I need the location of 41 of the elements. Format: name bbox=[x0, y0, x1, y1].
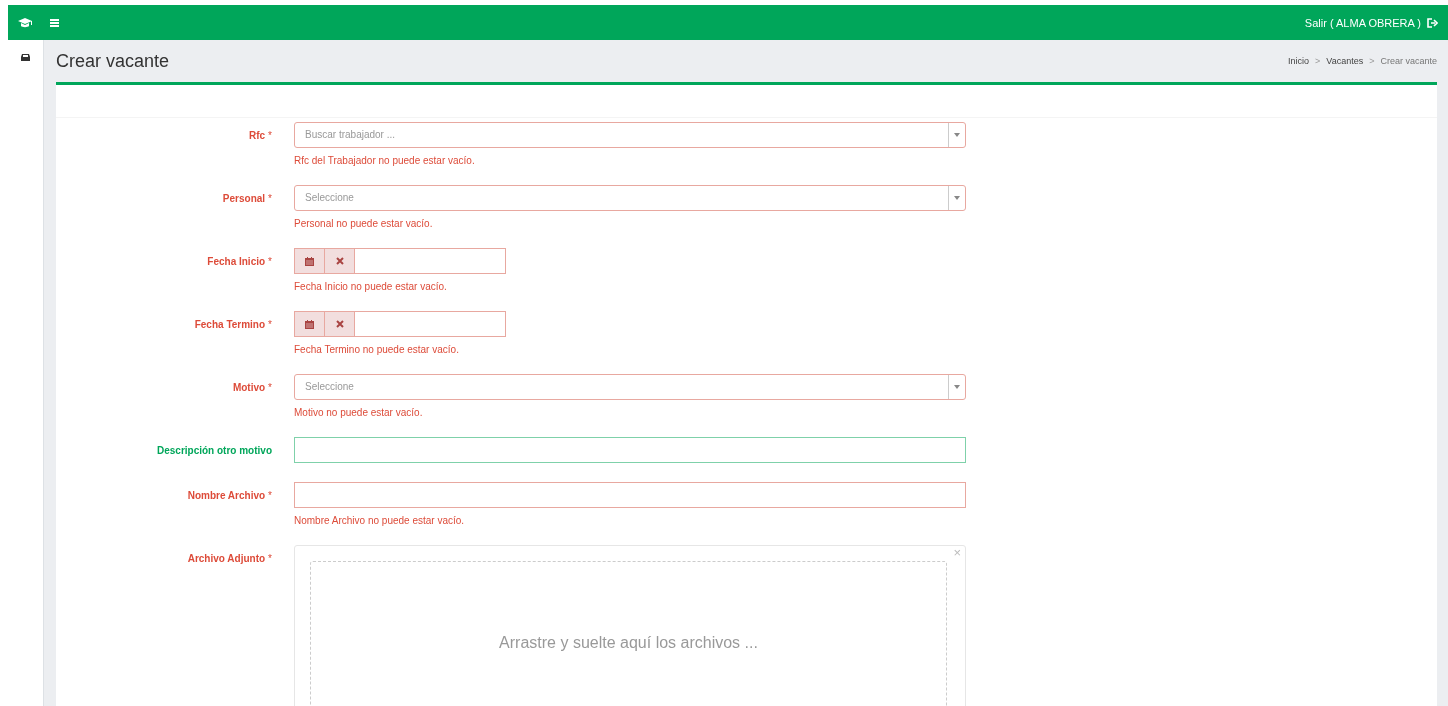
select-field[interactable]: Buscar trabajador ... bbox=[294, 122, 966, 148]
field-label: Fecha Termino * bbox=[193, 318, 272, 332]
breadcrumb-separator: > bbox=[1369, 56, 1375, 66]
date-field[interactable] bbox=[294, 248, 506, 274]
logout-icon[interactable] bbox=[1427, 17, 1438, 28]
error-message: Fecha Termino no puede estar vacío. bbox=[294, 344, 460, 355]
field-label: Archivo Adjunto * bbox=[186, 552, 272, 566]
logout-link[interactable]: Salir ( ALMA OBRERA ) bbox=[1304, 16, 1421, 29]
caret-icon bbox=[954, 196, 960, 200]
error-message: Fecha Inicio no puede estar vacío. bbox=[294, 281, 448, 292]
field-label: Motivo * bbox=[231, 381, 272, 395]
breadcrumb-link[interactable]: Vacantes bbox=[1326, 56, 1364, 66]
field-label: Descripción otro motivo bbox=[156, 444, 272, 458]
menu-icon[interactable] bbox=[50, 18, 59, 27]
inbox-icon[interactable] bbox=[21, 54, 30, 61]
date-field[interactable] bbox=[294, 311, 506, 337]
error-message: Personal no puede estar vacío. bbox=[294, 218, 434, 229]
field-label: Rfc * bbox=[247, 129, 272, 143]
graduation-cap-icon[interactable] bbox=[18, 16, 32, 29]
caret-icon bbox=[954, 133, 960, 137]
error-message: Motivo no puede estar vacío. bbox=[294, 407, 424, 418]
drop-zone[interactable]: Arrastre y suelte aquí los archivos ... bbox=[310, 561, 947, 706]
calendar-icon[interactable] bbox=[305, 256, 314, 266]
breadcrumb-current: Crear vacante bbox=[1380, 56, 1437, 66]
error-message: Rfc del Trabajador no puede estar vacío. bbox=[294, 155, 476, 166]
field-label: Fecha Inicio * bbox=[206, 255, 272, 269]
page-title: Crear vacante bbox=[56, 50, 171, 72]
caret-icon bbox=[954, 385, 960, 389]
text-field[interactable] bbox=[294, 482, 966, 508]
text-field[interactable] bbox=[294, 437, 966, 463]
field-label: Personal * bbox=[221, 192, 272, 206]
breadcrumb-link[interactable]: Inicio bbox=[1288, 56, 1310, 66]
clear-icon[interactable] bbox=[335, 257, 344, 265]
field-label: Nombre Archivo * bbox=[186, 489, 272, 503]
clear-icon[interactable] bbox=[335, 320, 344, 328]
breadcrumb-separator: > bbox=[1315, 56, 1321, 66]
calendar-icon[interactable] bbox=[305, 319, 314, 329]
error-message: Nombre Archivo no puede estar vacío. bbox=[294, 515, 466, 526]
select-field[interactable]: Seleccione bbox=[294, 185, 966, 211]
close-button[interactable]: × bbox=[953, 546, 961, 559]
select-field[interactable]: Seleccione bbox=[294, 374, 966, 400]
